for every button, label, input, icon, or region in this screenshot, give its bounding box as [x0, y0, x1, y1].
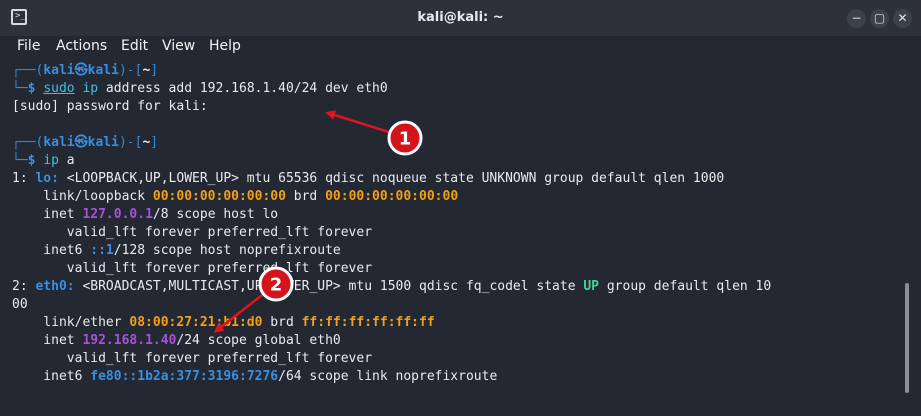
cmd-dollar: $: [27, 81, 44, 96]
iface-flags: <LOOPBACK,UP,LOWER_UP> mtu 65536 qdisc n…: [58, 171, 725, 186]
prompt-end: ]: [150, 135, 159, 150]
cmd-corner: └─: [12, 153, 28, 168]
iface-flags: <BROADCAST,MULTICAST,UP,LOWER_UP> mtu 15…: [74, 279, 584, 294]
inet6-prefix: inet6: [12, 369, 91, 384]
iface-eth0-inet: inet 192.168.1.40/24 scope global eth0: [12, 332, 341, 350]
inet6-prefix: inet6: [12, 243, 91, 258]
mac-address: 08:00:27:21:b1:d0: [129, 315, 263, 330]
menu-actions[interactable]: Actions: [56, 36, 107, 56]
menu-bar: File Actions Edit View Help: [0, 36, 921, 56]
inet-suffix: /24 scope global eth0: [176, 333, 341, 348]
cmd-dollar: $: [27, 153, 44, 168]
minimize-button[interactable]: −: [847, 9, 866, 28]
prompt-end: ]: [150, 63, 159, 78]
inet6-suffix: /128 scope host noprefixroute: [113, 243, 341, 258]
cmd-sudo: sudo: [43, 81, 75, 96]
inet-suffix: /8 scope host lo: [152, 207, 279, 222]
title-bar[interactable]: >_ kali@kali: ~ − ▢ ✕: [0, 0, 921, 36]
terminal-output[interactable]: ┌──(kali㉿kali)-[~] └─$ sudo ip address a…: [0, 58, 905, 416]
inet6-address: ::1: [90, 243, 114, 258]
brd-label: brd: [285, 189, 326, 204]
iface-name: lo:: [35, 171, 59, 186]
prompt-user: kali: [43, 135, 75, 150]
menu-help[interactable]: Help: [209, 36, 241, 56]
iface-flags-tail: group default qlen 10: [599, 279, 772, 294]
command-line: └─$ ip a: [12, 152, 75, 170]
iface-lo-valid: valid_lft forever preferred_lft forever: [12, 225, 373, 240]
link-prefix: link/loopback: [12, 189, 153, 204]
inet6-address: fe80::1b2a:377:3196:7276: [90, 369, 279, 384]
cmd-corner: └─: [12, 81, 28, 96]
prompt-close: )-[: [118, 63, 143, 78]
prompt-at: ㉿: [74, 135, 88, 150]
inet-address: 127.0.0.1: [82, 207, 153, 222]
iface-lo-header: 1: lo: <LOOPBACK,UP,LOWER_UP> mtu 65536 …: [12, 170, 724, 188]
prompt-host: kali: [87, 63, 119, 78]
window-title: kali@kali: ~: [417, 10, 504, 25]
iface-lo-inet6: inet6 ::1/128 scope host noprefixroute: [12, 242, 341, 260]
brd-address: ff:ff:ff:ff:ff:ff: [301, 315, 435, 330]
inet-prefix: inet: [12, 207, 83, 222]
close-button[interactable]: ✕: [893, 9, 912, 28]
cmd-ip: ip: [82, 81, 99, 96]
inet-address: 192.168.1.40: [82, 333, 177, 348]
cmd-ip: ip: [43, 153, 59, 168]
prompt-line: ┌──(kali㉿kali)-[~]: [12, 134, 158, 152]
cmd-args: address add 192.168.1.40/24 dev eth0: [98, 81, 388, 96]
prompt-open: ┌──(: [12, 63, 44, 78]
brd-label: brd: [262, 315, 302, 330]
iface-lo-valid: valid_lft forever preferred_lft forever: [12, 261, 373, 276]
iface-state: UP: [583, 279, 600, 294]
prompt-close: )-[: [118, 135, 143, 150]
sudo-password-prompt: [sudo] password for kali:: [12, 99, 208, 114]
maximize-button[interactable]: ▢: [870, 9, 889, 28]
iface-eth0-link: link/ether 08:00:27:21:b1:d0 brd ff:ff:f…: [12, 314, 435, 332]
prompt-host: kali: [87, 135, 119, 150]
iface-lo-inet: inet 127.0.0.1/8 scope host lo: [12, 206, 278, 224]
inet6-suffix: /64 scope link noprefixroute: [278, 369, 498, 384]
menu-view[interactable]: View: [162, 36, 195, 56]
command-line: └─$ sudo ip address add 192.168.1.40/24 …: [12, 80, 388, 98]
prompt-open: ┌──(: [12, 135, 44, 150]
scrollbar-thumb[interactable]: [905, 283, 909, 393]
prompt-at: ㉿: [74, 63, 88, 78]
brd-address: 00:00:00:00:00:00: [325, 189, 459, 204]
iface-eth0-header: 2: eth0: <BROADCAST,MULTICAST,UP,LOWER_U…: [12, 278, 771, 296]
menu-file[interactable]: File: [17, 36, 40, 56]
mac-address: 00:00:00:00:00:00: [152, 189, 286, 204]
prompt-line: ┌──(kali㉿kali)-[~]: [12, 62, 158, 80]
iface-name: eth0:: [35, 279, 75, 294]
iface-eth0-inet6: inet6 fe80::1b2a:377:3196:7276/64 scope …: [12, 368, 497, 386]
prompt-user: kali: [43, 63, 75, 78]
cmd-args: a: [58, 153, 75, 168]
iface-eth0-wrap: 00: [12, 297, 28, 312]
iface-lo-link: link/loopback 00:00:00:00:00:00 brd 00:0…: [12, 188, 458, 206]
terminal-window: >_ kali@kali: ~ − ▢ ✕ File Actions Edit …: [0, 0, 921, 416]
iface-index: 2:: [12, 279, 36, 294]
iface-eth0-valid: valid_lft forever preferred_lft forever: [12, 351, 373, 366]
inet-prefix: inet: [12, 333, 83, 348]
iface-index: 1:: [12, 171, 36, 186]
menu-edit[interactable]: Edit: [121, 36, 148, 56]
link-prefix: link/ether: [12, 315, 130, 330]
